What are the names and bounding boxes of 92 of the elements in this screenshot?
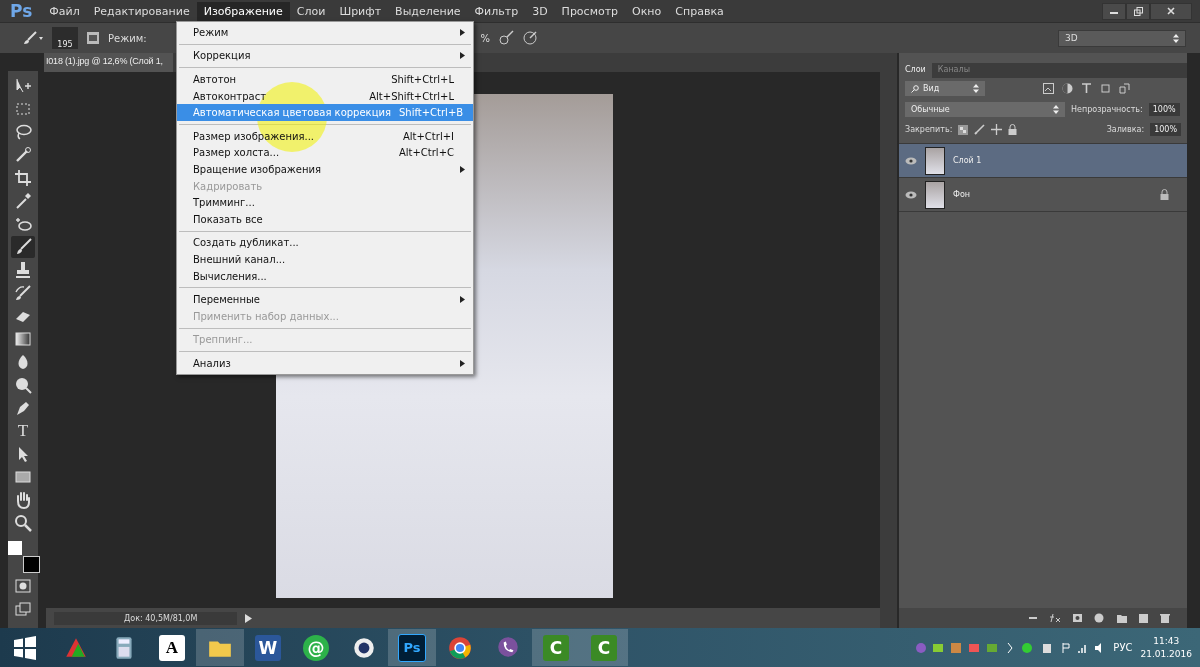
brush-panel-icon[interactable] [86, 31, 100, 45]
menu-entry[interactable]: Автотон Shift+Ctrl+L [177, 71, 473, 88]
menu-item[interactable]: Выделение [388, 1, 468, 21]
taskbar-app[interactable]: C [532, 629, 580, 666]
close-button[interactable] [1150, 2, 1192, 20]
taskbar-app[interactable]: W [244, 629, 292, 666]
menu-item[interactable]: Шрифт [332, 1, 389, 21]
layer-name: Слой 1 [953, 156, 983, 165]
smart-object-filter-icon[interactable] [1119, 83, 1130, 94]
menu-item[interactable]: Слои [289, 1, 333, 21]
type-filter-icon[interactable] [1081, 83, 1092, 94]
lock-label: Закрепить: [905, 125, 953, 134]
menu-item[interactable]: Изображение [196, 1, 290, 21]
lasso-tool-icon [13, 122, 33, 142]
lock-icon[interactable] [1008, 124, 1018, 135]
history-tool-icon [13, 283, 33, 303]
menu-entry[interactable]: Вращение изображения [177, 161, 473, 178]
up-down-arrows-icon [1053, 105, 1059, 114]
layer-name: Фон [953, 190, 971, 199]
restore-icon [1133, 6, 1143, 16]
clock-time[interactable]: 11:43 [1153, 634, 1180, 648]
menu-item[interactable]: 3D [525, 1, 555, 21]
clock-date[interactable]: 21.01.2016 [1140, 647, 1192, 661]
panel-tab[interactable]: Слои [899, 63, 932, 78]
menu-entry[interactable]: Внешний канал... [177, 251, 473, 268]
up-down-arrows-icon [973, 84, 979, 93]
menu-entry[interactable]: Показать все [177, 210, 473, 228]
tool-button[interactable]: T [11, 420, 35, 442]
brush-icon[interactable] [22, 30, 44, 46]
layer-thumbnail [925, 180, 945, 209]
taskbar-app[interactable]: A [148, 629, 196, 666]
workspace-dropdown[interactable]: 3D [1058, 29, 1186, 47]
eye-icon[interactable] [905, 156, 917, 165]
fill-field[interactable]: 100% [1150, 123, 1181, 136]
restore-button[interactable] [1126, 2, 1150, 20]
document-size: Док: 40,5M/81,0M [54, 611, 238, 625]
menu-entry[interactable]: Автоконтраст Alt+Shift+Ctrl+L [177, 87, 473, 105]
filter-dropdown[interactable]: Вид [905, 81, 985, 96]
opacity-value[interactable]: % [480, 32, 491, 44]
move-lock-icon[interactable] [991, 124, 1003, 135]
foreground-swatch[interactable] [7, 541, 22, 555]
zoom-tool-icon [13, 513, 33, 533]
play-arrow-icon[interactable] [245, 613, 253, 623]
menu-item[interactable]: Справка [668, 1, 731, 21]
taskbar-app[interactable]: Ps [388, 629, 436, 666]
search-icon [911, 84, 919, 93]
fill-label: Заливка: [1106, 125, 1145, 134]
background-swatch[interactable] [22, 556, 40, 573]
up-down-arrows-icon [1173, 33, 1179, 43]
brush-lock-icon[interactable] [974, 124, 986, 135]
screen-mode-icon[interactable] [15, 602, 31, 616]
opacity-label: Непрозрачность: [1071, 105, 1143, 114]
crop-tool-icon [13, 168, 33, 188]
gradient-tool-icon [13, 329, 33, 349]
tool-button[interactable] [11, 236, 35, 258]
quick-mask-icon[interactable] [15, 579, 31, 593]
image-filter-icon[interactable] [1043, 83, 1054, 94]
round-logo-icon [447, 634, 473, 661]
dodge-tool-icon [13, 375, 33, 395]
menu-item[interactable]: Фильтр [467, 1, 526, 21]
menu-entry[interactable]: Коррекция [177, 47, 473, 65]
menu-item[interactable]: Файл [42, 1, 87, 21]
layer-row[interactable]: Слой 1 [899, 144, 1187, 178]
brush-size-preview[interactable]: 195 [52, 27, 78, 49]
stamp-tool-icon [13, 260, 33, 280]
menu-entry[interactable]: Создать дубликат... [177, 234, 473, 252]
menu-item[interactable]: Редактирование [86, 1, 197, 21]
opacity-field[interactable]: 100% [1148, 103, 1180, 116]
eye-icon[interactable] [905, 190, 917, 199]
menu-entry[interactable]: Тримминг... [177, 194, 473, 211]
adjustment-filter-icon[interactable] [1062, 83, 1073, 94]
airbrush-icon[interactable] [498, 30, 515, 46]
layer-row[interactable]: Фон [899, 178, 1187, 212]
menu-item[interactable]: Окно [625, 1, 669, 21]
blend-mode-dropdown[interactable]: Обычные [905, 102, 1065, 117]
mode-label: Режим: [108, 32, 147, 44]
menu-entry[interactable]: Анализ [177, 355, 473, 372]
menu-entry[interactable]: Вычисления... [177, 267, 473, 285]
document-tab[interactable]: I018 (1).jpg @ 12,6% (Слой 1, [44, 53, 173, 72]
lock-pixels-icon[interactable] [958, 124, 969, 135]
layer-thumbnail [925, 146, 945, 175]
taskbar-app[interactable]: C [580, 629, 628, 666]
language-indicator[interactable]: РУС [1113, 642, 1133, 653]
app-logo: Ps [9, 1, 34, 21]
menu-entry[interactable]: Режим [177, 24, 473, 41]
shape-filter-icon[interactable] [1100, 83, 1111, 94]
pressure-icon[interactable] [522, 30, 539, 46]
close-icon [1167, 7, 1175, 15]
menu-entry[interactable]: Переменные [177, 291, 473, 308]
menu-entry[interactable]: Размер холста... Alt+Ctrl+C [177, 144, 473, 162]
minimize-button[interactable] [1102, 2, 1126, 20]
menu-item[interactable]: Просмотр [554, 1, 626, 21]
